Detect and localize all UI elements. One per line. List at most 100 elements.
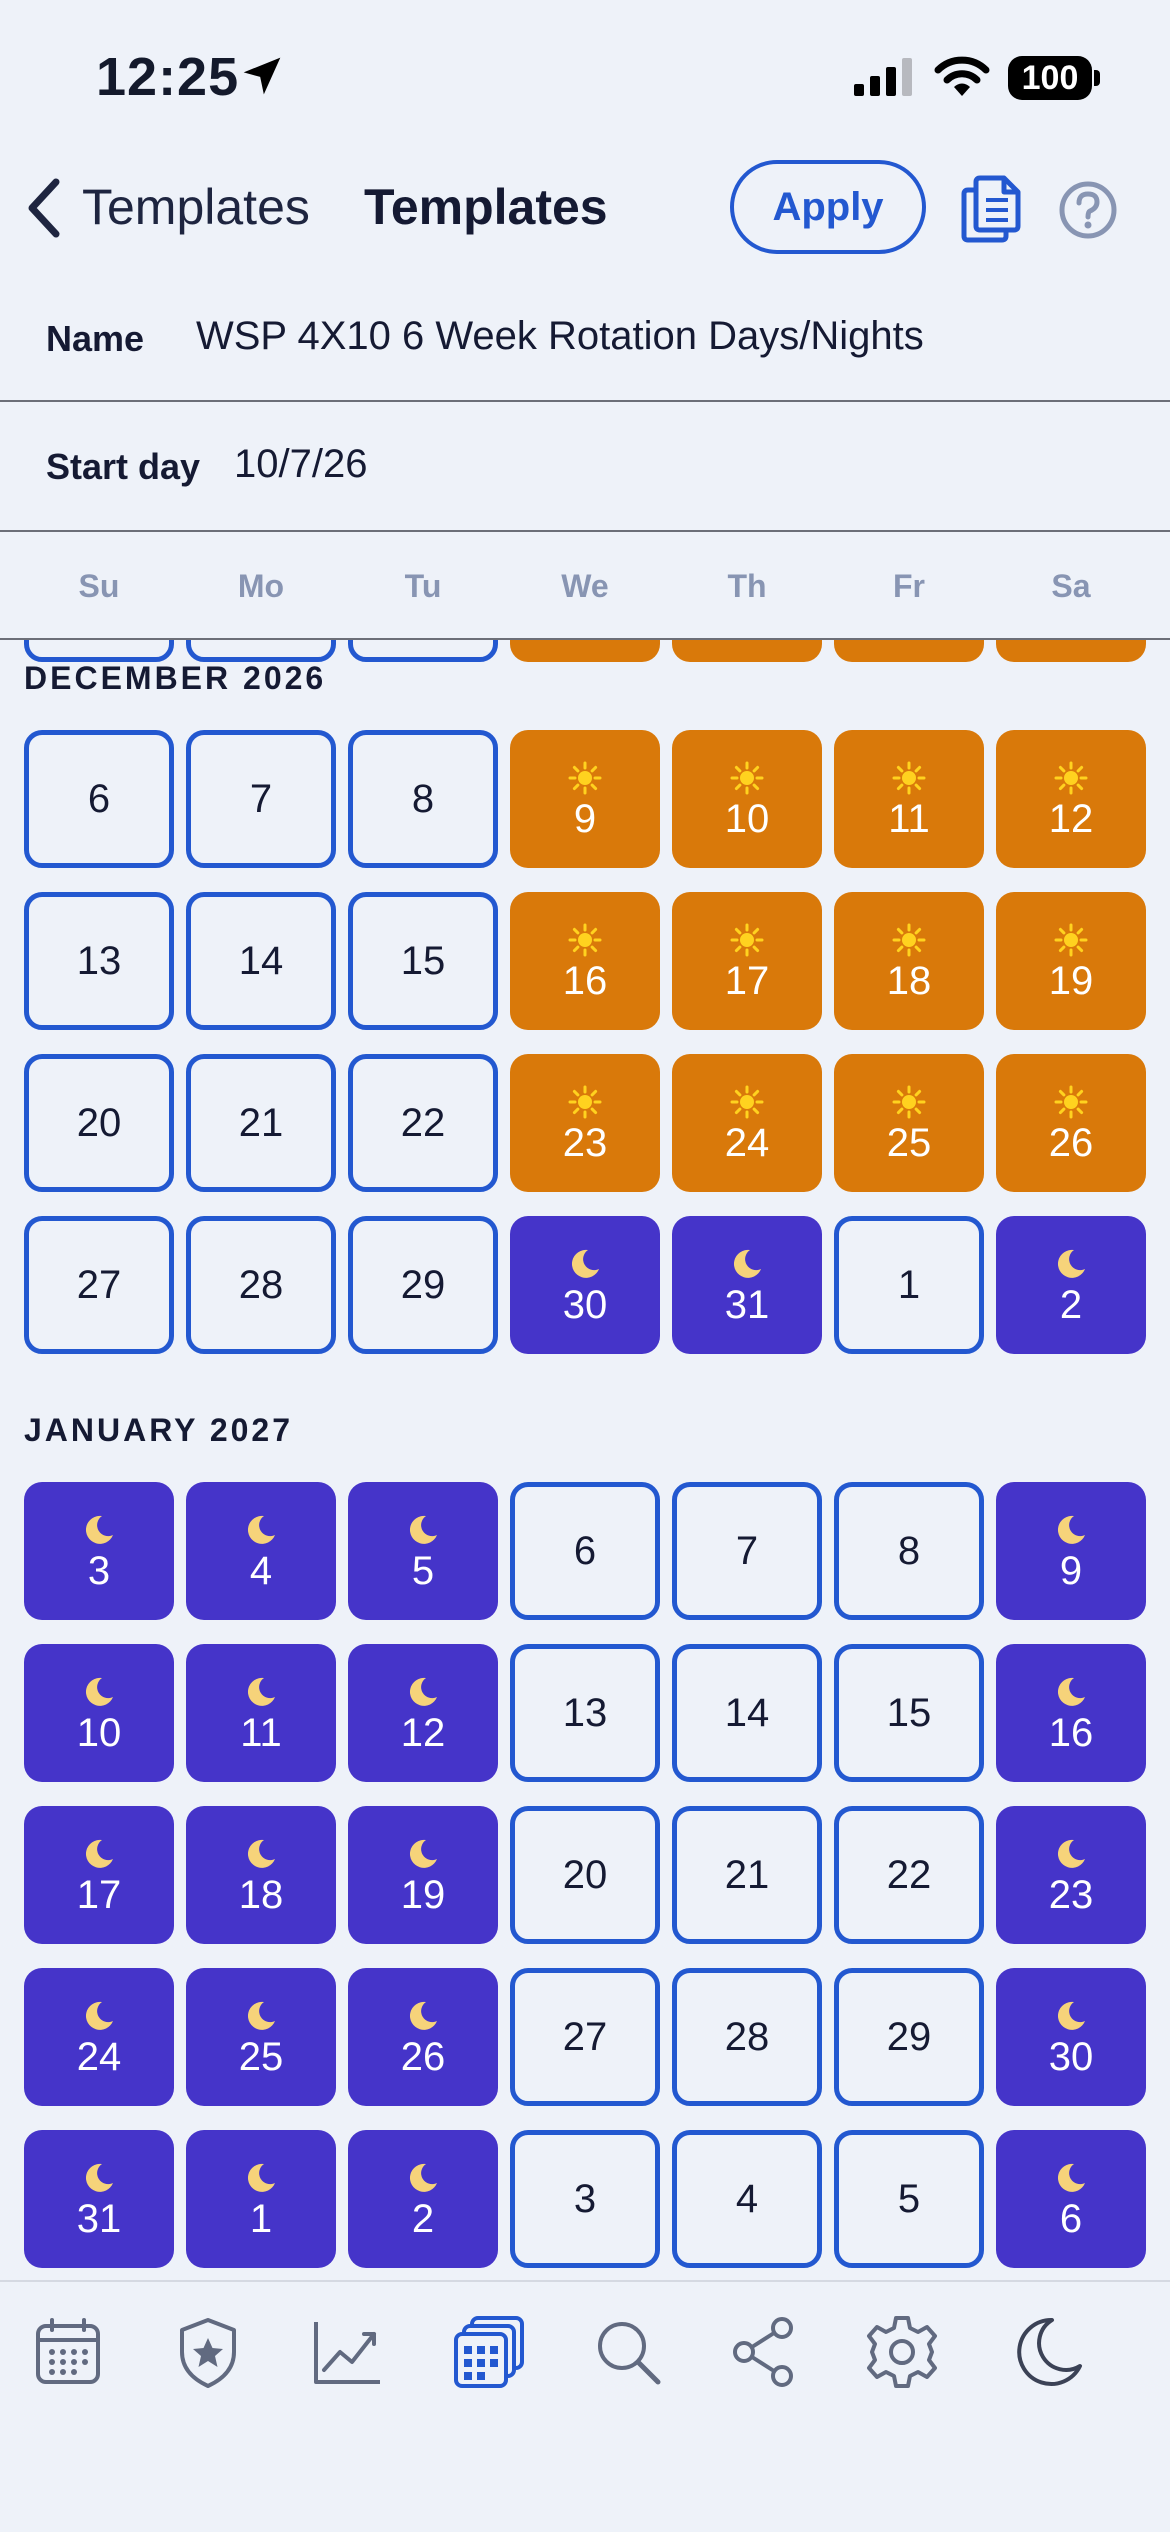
night-shift-cell[interactable]: 1 (186, 2130, 336, 2268)
night-shift-cell[interactable]: 26 (348, 1968, 498, 2106)
templates-icon[interactable] (448, 2312, 528, 2392)
off-day-cell[interactable]: 8 (348, 730, 498, 868)
night-shift-cell[interactable]: 10 (24, 1644, 174, 1782)
day-shift-cell[interactable]: 23 (510, 1054, 660, 1192)
apply-button[interactable]: Apply (730, 160, 926, 254)
day-shift-cell[interactable] (996, 640, 1146, 662)
off-day-cell[interactable]: 14 (186, 892, 336, 1030)
off-day-cell[interactable]: 27 (24, 1216, 174, 1354)
month-label: JANUARY 2027 (24, 1412, 293, 1448)
off-day-cell[interactable]: 6 (510, 1482, 660, 1620)
off-day-cell[interactable]: 5 (834, 2130, 984, 2268)
day-shift-cell[interactable]: 17 (672, 892, 822, 1030)
off-day-cell[interactable]: 22 (348, 1054, 498, 1192)
day-shift-cell[interactable] (672, 640, 822, 662)
night-shift-cell[interactable]: 17 (24, 1806, 174, 1944)
night-shift-cell[interactable]: 6 (996, 2130, 1146, 2268)
day-shift-cell[interactable]: 18 (834, 892, 984, 1030)
day-shift-cell[interactable]: 10 (672, 730, 822, 868)
chevron-left-icon[interactable] (22, 176, 66, 240)
night-shift-cell[interactable]: 24 (24, 1968, 174, 2106)
calendar-icon[interactable] (28, 2312, 108, 2392)
copy-icon[interactable] (958, 174, 1024, 244)
day-shift-cell[interactable]: 19 (996, 892, 1146, 1030)
off-day-cell[interactable]: 21 (186, 1054, 336, 1192)
off-day-cell[interactable]: 1 (834, 1216, 984, 1354)
night-shift-cell[interactable]: 4 (186, 1482, 336, 1620)
day-shift-cell[interactable]: 24 (672, 1054, 822, 1192)
day-number: 11 (240, 1711, 282, 1755)
off-day-cell[interactable] (348, 640, 498, 662)
off-day-cell[interactable] (24, 640, 174, 662)
gear-icon[interactable] (862, 2312, 942, 2392)
off-day-cell[interactable] (186, 640, 336, 662)
back-button[interactable]: Templates (82, 178, 310, 236)
day-number: 24 (724, 1121, 770, 1165)
day-number: 2 (411, 2197, 435, 2241)
sun-icon (1054, 1081, 1088, 1121)
name-row[interactable]: Name WSP 4X10 6 Week Rotation Days/Night… (0, 280, 1170, 402)
day-number: 10 (724, 797, 770, 841)
off-day-cell[interactable]: 14 (672, 1644, 822, 1782)
sun-icon (568, 757, 602, 797)
night-shift-cell[interactable]: 23 (996, 1806, 1146, 1944)
off-day-cell[interactable]: 20 (24, 1054, 174, 1192)
night-shift-cell[interactable]: 30 (996, 1968, 1146, 2106)
name-field[interactable]: WSP 4X10 6 Week Rotation Days/Nights (196, 314, 924, 359)
day-shift-cell[interactable]: 25 (834, 1054, 984, 1192)
night-shift-cell[interactable]: 11 (186, 1644, 336, 1782)
off-day-cell[interactable]: 6 (24, 730, 174, 868)
off-day-cell[interactable]: 29 (834, 1968, 984, 2106)
weekday-mo: Mo (237, 568, 285, 604)
off-day-cell[interactable]: 13 (24, 892, 174, 1030)
off-day-cell[interactable]: 15 (348, 892, 498, 1030)
help-icon[interactable] (1058, 180, 1118, 240)
search-icon[interactable] (588, 2312, 668, 2392)
day-shift-cell[interactable]: 11 (834, 730, 984, 868)
moon-icon (82, 1833, 116, 1873)
off-day-cell[interactable]: 28 (672, 1968, 822, 2106)
night-shift-cell[interactable]: 25 (186, 1968, 336, 2106)
day-shift-cell[interactable]: 26 (996, 1054, 1146, 1192)
off-day-cell[interactable]: 20 (510, 1806, 660, 1944)
day-shift-cell[interactable]: 12 (996, 730, 1146, 868)
day-number: 8 (897, 1529, 921, 1573)
day-shift-cell[interactable] (834, 640, 984, 662)
day-number: 21 (724, 1853, 770, 1897)
off-day-cell[interactable]: 29 (348, 1216, 498, 1354)
day-number: 23 (562, 1121, 608, 1165)
start-day-field[interactable]: 10/7/26 (234, 442, 367, 487)
chart-line-icon[interactable] (308, 2312, 388, 2392)
calendar-grid: DECEMBER 2026 6 7 8 9 10 11 12 13 14 15 16 17 18 19 20 2… (0, 640, 1170, 2280)
night-shift-cell[interactable]: 16 (996, 1644, 1146, 1782)
off-day-cell[interactable]: 27 (510, 1968, 660, 2106)
off-day-cell[interactable]: 22 (834, 1806, 984, 1944)
night-shift-cell[interactable]: 2 (996, 1216, 1146, 1354)
night-shift-cell[interactable]: 12 (348, 1644, 498, 1782)
night-shift-cell[interactable]: 31 (672, 1216, 822, 1354)
off-day-cell[interactable]: 7 (186, 730, 336, 868)
night-shift-cell[interactable]: 18 (186, 1806, 336, 1944)
night-shift-cell[interactable]: 30 (510, 1216, 660, 1354)
night-shift-cell[interactable]: 9 (996, 1482, 1146, 1620)
night-shift-cell[interactable]: 3 (24, 1482, 174, 1620)
night-shift-cell[interactable]: 5 (348, 1482, 498, 1620)
day-shift-cell[interactable] (510, 640, 660, 662)
off-day-cell[interactable]: 28 (186, 1216, 336, 1354)
off-day-cell[interactable]: 8 (834, 1482, 984, 1620)
night-shift-cell[interactable]: 31 (24, 2130, 174, 2268)
off-day-cell[interactable]: 15 (834, 1644, 984, 1782)
night-shift-cell[interactable]: 2 (348, 2130, 498, 2268)
off-day-cell[interactable]: 13 (510, 1644, 660, 1782)
off-day-cell[interactable]: 4 (672, 2130, 822, 2268)
off-day-cell[interactable]: 21 (672, 1806, 822, 1944)
day-shift-cell[interactable]: 9 (510, 730, 660, 868)
moon-icon[interactable] (1008, 2312, 1088, 2392)
share-icon[interactable] (724, 2312, 804, 2392)
night-shift-cell[interactable]: 19 (348, 1806, 498, 1944)
shield-star-icon[interactable] (168, 2312, 248, 2392)
off-day-cell[interactable]: 7 (672, 1482, 822, 1620)
off-day-cell[interactable]: 3 (510, 2130, 660, 2268)
day-shift-cell[interactable]: 16 (510, 892, 660, 1030)
start-day-row[interactable]: Start day 10/7/26 (0, 402, 1170, 532)
